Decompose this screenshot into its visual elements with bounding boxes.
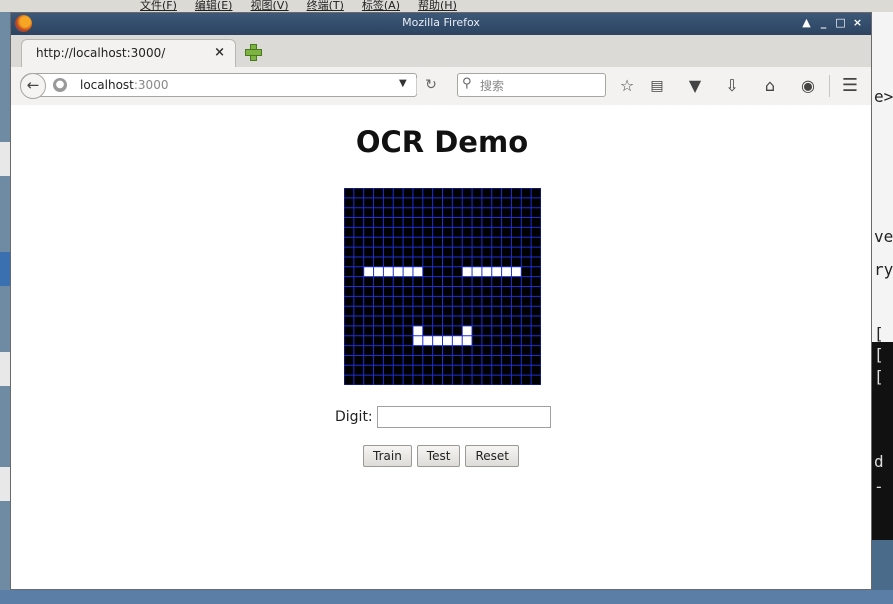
desktop-menu-item[interactable]: 帮助(H) <box>418 0 457 12</box>
train-button[interactable]: Train <box>363 445 412 467</box>
grid-cell-filled[interactable] <box>373 266 384 277</box>
grid-cell-filled[interactable] <box>422 335 433 346</box>
tab-close-icon[interactable]: × <box>214 45 225 60</box>
window-title: Mozilla Firefox <box>402 16 480 29</box>
desktop-menu-item[interactable]: 视图(V) <box>250 0 288 12</box>
grid-cell-filled[interactable] <box>412 266 423 277</box>
chat-icon[interactable]: ◉ <box>798 76 818 96</box>
desktop-menu-item[interactable]: 标签(A) <box>362 0 400 12</box>
url-text[interactable]: localhost:3000 <box>80 78 168 92</box>
url-port: :3000 <box>133 78 169 92</box>
terminal-white-area <box>872 12 893 342</box>
terminal-line: e> <box>874 87 893 106</box>
digit-row: Digit: <box>335 405 551 429</box>
grid-cell-filled[interactable] <box>472 266 482 277</box>
desktop-menubar: 文件(F) 编辑(E) 视图(V) 终端(T) 标签(A) 帮助(H) <box>0 0 893 12</box>
home-icon[interactable]: ⌂ <box>760 76 780 96</box>
url-bar[interactable]: ← ● localhost:3000 ▼ ↻ <box>20 73 437 99</box>
grid-cell-filled[interactable] <box>462 325 473 336</box>
search-bar[interactable]: ⚲ <box>457 73 606 97</box>
terminal-line: [ <box>874 324 884 343</box>
grid-cell-filled[interactable] <box>462 266 473 277</box>
minimize-button[interactable]: _ <box>818 16 829 30</box>
pocket-icon[interactable]: ▼ <box>685 76 705 96</box>
navigation-toolbar: ← ● localhost:3000 ▼ ↻ ⚲ ☆ ▤ ▼ ⇩ ⌂ ◉ ☰ <box>11 67 871 106</box>
globe-icon[interactable]: ● <box>53 78 67 92</box>
close-button[interactable]: × <box>852 16 863 30</box>
grid-cell-filled[interactable] <box>442 335 453 346</box>
grid-cell-filled[interactable] <box>363 266 374 277</box>
reading-list-icon[interactable]: ▤ <box>647 76 667 96</box>
page-title: OCR Demo <box>355 125 529 159</box>
tab-strip: http://localhost:3000/ × <box>11 35 871 67</box>
url-host: localhost <box>80 78 134 92</box>
download-icon[interactable]: ⇩ <box>722 76 742 96</box>
terminal-line: ve <box>874 227 893 246</box>
page-content: OCR Demo Digit: Train Test Reset <box>11 105 871 589</box>
url-dropdown-icon[interactable]: ▼ <box>399 78 407 89</box>
grid-cell-filled[interactable] <box>452 335 463 346</box>
test-button[interactable]: Test <box>416 445 461 467</box>
desktop-taskbar <box>0 590 893 604</box>
desktop-menu-item[interactable]: 终端(T) <box>307 0 344 12</box>
window-controls: ▲ _ □ × <box>801 16 863 30</box>
grid-cell-filled[interactable] <box>412 325 423 336</box>
grid-cell-filled[interactable] <box>393 266 404 277</box>
grid-cell-filled[interactable] <box>501 266 512 277</box>
menu-icon[interactable]: ☰ <box>840 76 860 96</box>
reload-icon[interactable]: ↻ <box>417 73 445 97</box>
terminal-line: [ <box>874 367 884 386</box>
firefox-window: Mozilla Firefox ▲ _ □ × http://localhost… <box>10 12 872 590</box>
maximize-button[interactable]: □ <box>835 16 846 30</box>
back-arrow-icon[interactable]: ← <box>20 73 46 99</box>
search-icon: ⚲ <box>462 76 472 91</box>
desktop-menu-item[interactable]: 编辑(E) <box>195 0 233 12</box>
shade-button[interactable]: ▲ <box>801 16 812 30</box>
terminal-line: d <box>874 452 884 471</box>
star-icon[interactable]: ☆ <box>617 76 637 96</box>
terminal-line: ry <box>874 260 893 279</box>
grid-cell-filled[interactable] <box>481 266 492 277</box>
grid-cell-filled[interactable] <box>491 266 502 277</box>
desktop-menu-item[interactable]: 文件(F) <box>140 0 177 12</box>
drawing-grid[interactable] <box>344 188 541 385</box>
toolbar-separator <box>829 75 830 97</box>
grid-cell-filled[interactable] <box>412 335 423 346</box>
grid-cell-filled[interactable] <box>511 266 522 277</box>
tab-label: http://localhost:3000/ <box>36 46 166 60</box>
title-bar[interactable]: Mozilla Firefox ▲ _ □ × <box>11 13 871 35</box>
grid-cell-filled[interactable] <box>403 266 413 277</box>
terminal-line: - <box>874 477 884 496</box>
desktop-menu: 文件(F) 编辑(E) 视图(V) 终端(T) 标签(A) 帮助(H) <box>140 0 457 12</box>
terminal-window-edge: e> ve ry [ [ [ d - <box>872 12 893 540</box>
digit-input[interactable] <box>376 406 551 428</box>
grid-cell-filled[interactable] <box>432 335 443 346</box>
grid-cell-filled[interactable] <box>383 266 394 277</box>
button-row: Train Test Reset <box>363 445 519 467</box>
new-tab-icon[interactable] <box>244 43 262 61</box>
search-input[interactable] <box>478 76 602 96</box>
digit-label: Digit: <box>335 409 373 425</box>
reset-button[interactable]: Reset <box>465 445 519 467</box>
grid-cell-filled[interactable] <box>462 335 473 346</box>
tab-localhost[interactable]: http://localhost:3000/ × <box>21 39 236 67</box>
terminal-line: [ <box>874 345 884 364</box>
